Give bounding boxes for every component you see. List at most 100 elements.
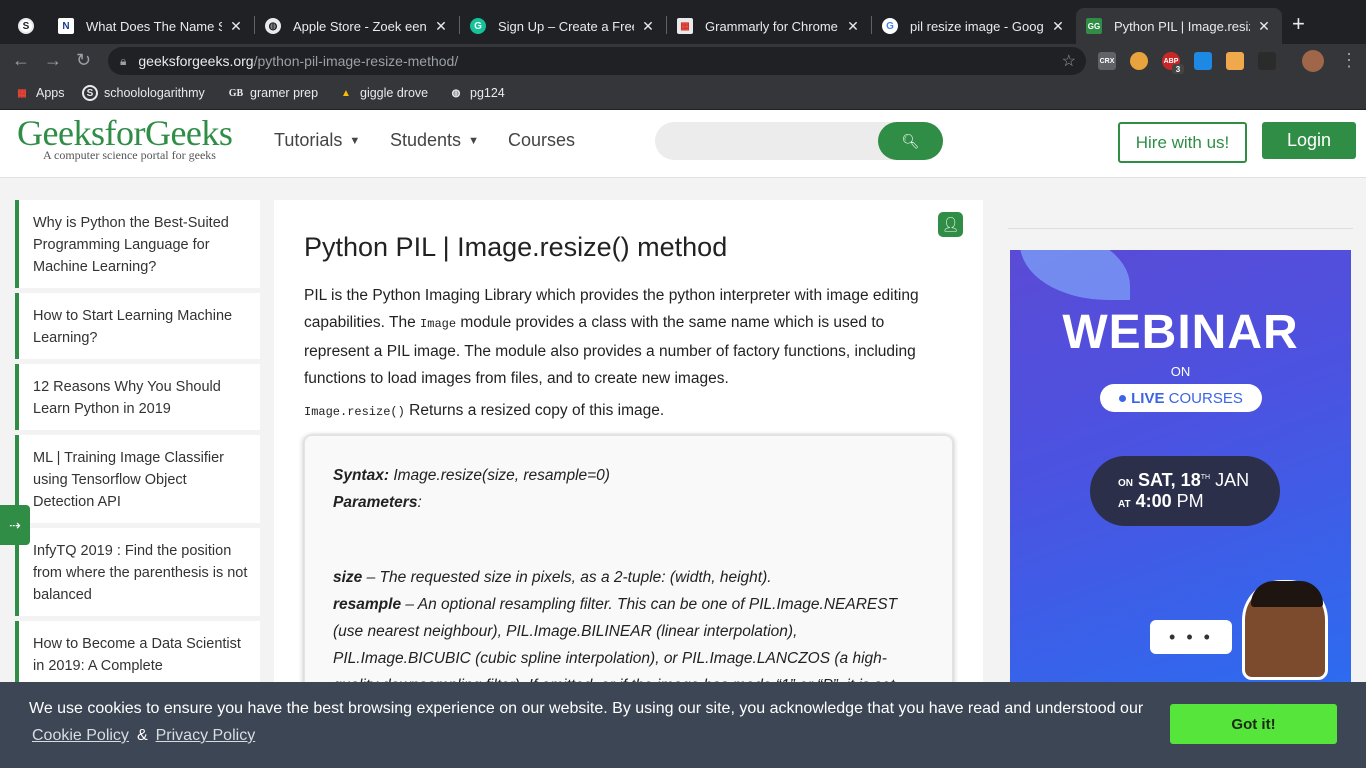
got-it-button[interactable]: Got it! — [1170, 704, 1337, 744]
sidebar-item[interactable]: How to Become a Data Scientist in 2019: … — [15, 621, 260, 691]
tab-5[interactable]: G pil resize image - Google ✕ — [872, 8, 1076, 44]
live-courses-pill: LIVE COURSES — [1100, 384, 1262, 412]
bookmark-label: giggle drove — [360, 86, 429, 100]
syntax-label: Syntax: — [333, 467, 389, 484]
search-input[interactable]: 🔍︎ — [655, 122, 943, 160]
bookmarks-bar: ▦ Apps S schoolologarithmy GB gramer pre… — [0, 78, 1366, 110]
gb-logo-icon: GB — [228, 87, 244, 99]
s-logo-icon: S — [82, 85, 98, 101]
tab-4[interactable]: ▦ Grammarly for Chrome - ✕ — [667, 8, 871, 44]
tab-title: Apple Store - Zoek een S — [293, 18, 427, 34]
returns-text: Returns a resized copy of this image. — [409, 402, 665, 419]
ad-on: ON — [1170, 364, 1191, 379]
amp: & — [136, 727, 148, 744]
dot-icon — [1119, 394, 1127, 402]
sidebar-item[interactable]: InfyTQ 2019 : Find the position from whe… — [15, 528, 260, 616]
close-tab-icon[interactable]: ✕ — [228, 18, 244, 35]
params-colon: : — [417, 494, 422, 511]
tab-2[interactable]: ◍ Apple Store - Zoek een S ✕ — [255, 8, 459, 44]
cookie-banner: We use cookies to ensure you have the be… — [0, 682, 1366, 768]
cookie-policy-link[interactable]: Cookie Policy — [32, 727, 129, 745]
webinar-ad-banner[interactable]: WEBINAR ON LIVE COURSES ON SAT, 18TH JAN… — [1010, 250, 1351, 690]
blue-extension-icon[interactable] — [1194, 52, 1212, 70]
sidebar-toggle-arrow-icon[interactable]: ⇢ — [0, 505, 30, 545]
article-title: Python PIL | Image.resize() method — [304, 232, 728, 262]
syntax-value: Image.resize(size, resample=0) — [393, 467, 610, 484]
param-desc: – An optional resampling filter. This ca… — [333, 596, 898, 694]
bookmark-schoolologarithmy[interactable]: S schoolologarithmy — [82, 85, 205, 101]
crx-extension-icon[interactable]: CRX — [1098, 52, 1116, 70]
close-tab-icon[interactable]: ✕ — [845, 18, 861, 35]
bookmark-gramer-prep[interactable]: GB gramer prep — [228, 85, 318, 101]
privacy-policy-link[interactable]: Privacy Policy — [156, 727, 256, 745]
sidebar-item[interactable]: How to Start Learning Machine Learning? — [15, 293, 260, 359]
chevron-down-icon: ▼ — [349, 134, 361, 147]
new-tab-plus-icon[interactable]: + — [1292, 13, 1305, 35]
grammarly-icon: G — [470, 18, 486, 34]
bookmark-label: pg124 — [470, 86, 505, 100]
gfg-icon: GG — [1086, 18, 1102, 34]
date-badge: ON SAT, 18TH JAN AT 4:00 PM — [1090, 456, 1280, 526]
bookmark-pg124[interactable]: ◍ pg124 — [448, 85, 505, 101]
back-arrow-icon[interactable]: ← — [12, 50, 30, 71]
pinned-tab[interactable]: S — [8, 8, 48, 44]
chevron-down-icon: ▼ — [468, 134, 479, 147]
noun-n-icon: N — [58, 18, 74, 34]
sidebar-item[interactable]: Why is Python the Best-Suited Programmin… — [15, 200, 260, 288]
menu-label: Tutorials — [274, 130, 343, 150]
param-size: size – The requested size in pixels, as … — [333, 564, 924, 591]
day: SAT, 18 — [1138, 470, 1201, 490]
menu-courses[interactable]: Courses — [508, 130, 575, 151]
close-tab-icon[interactable]: ✕ — [1256, 18, 1272, 35]
bookmark-label: Apps — [36, 86, 65, 100]
tab-3[interactable]: G Sign Up – Create a Free A ✕ — [460, 8, 666, 44]
tab-title: Python PIL | Image.resize — [1114, 18, 1250, 34]
cookie-links: Cookie Policy & Privacy Policy — [32, 727, 255, 745]
article-intro: PIL is the Python Imaging Library which … — [304, 282, 954, 392]
search-button[interactable]: 🔍︎ — [878, 122, 943, 160]
site-header: GeeksforGeeks A computer science portal … — [0, 110, 1366, 178]
dark-extension-icon[interactable] — [1258, 52, 1276, 70]
owl-extension-icon[interactable] — [1130, 52, 1148, 70]
menu-label: Students — [390, 130, 462, 150]
address-bar[interactable]: 🔒︎ geeksforgeeks.org/python-pil-image-re… — [108, 47, 1086, 75]
globe-icon: ◍ — [451, 87, 461, 99]
time: 4:00 — [1135, 491, 1172, 511]
close-tab-icon[interactable]: ✕ — [433, 18, 449, 35]
reload-icon[interactable]: ↻ — [76, 50, 91, 71]
bookmark-star-icon[interactable]: ☆ — [1062, 51, 1076, 71]
live-label: LIVE — [1131, 389, 1165, 407]
tab-active[interactable]: GG Python PIL | Image.resize ✕ — [1076, 8, 1282, 44]
bookmark-label: gramer prep — [250, 86, 319, 100]
profile-avatar[interactable] — [1302, 50, 1324, 72]
forward-arrow-icon[interactable]: → — [44, 50, 62, 71]
param-desc: – The requested size in pixels, as a 2-t… — [366, 569, 772, 586]
bookmark-apps[interactable]: ▦ Apps — [14, 85, 65, 101]
sidebar-item[interactable]: 12 Reasons Why You Should Learn Python i… — [15, 364, 260, 430]
article-card: 👤︎ Python PIL | Image.resize() method PI… — [274, 200, 983, 735]
ad-column: WEBINAR ON LIVE COURSES ON SAT, 18TH JAN… — [1008, 200, 1353, 700]
login-button[interactable]: Login — [1262, 122, 1356, 159]
user-profile-icon[interactable]: 👤︎ — [938, 212, 963, 237]
browser-tab-bar: S N What Does The Name Se ✕ ◍ Apple Stor… — [0, 0, 1366, 44]
close-tab-icon[interactable]: ✕ — [640, 18, 656, 35]
leaf-decoration — [1020, 250, 1130, 300]
browser-toolbar: ← → ↻ 🔒︎ geeksforgeeks.org/python-pil-im… — [0, 44, 1366, 78]
tab-title: pil resize image - Google — [910, 18, 1044, 34]
apps-grid-icon: ▦ — [17, 87, 27, 99]
ad-headline: WEBINAR — [1062, 306, 1299, 359]
close-tab-icon[interactable]: ✕ — [1050, 18, 1066, 35]
tab-title: What Does The Name Se — [86, 18, 222, 34]
menu-tutorials[interactable]: Tutorials ▼ — [274, 130, 360, 151]
bookmark-giggle-drove[interactable]: ▲ giggle drove — [338, 85, 428, 101]
menu-students[interactable]: Students ▼ — [390, 130, 479, 151]
search-icon: 🔍︎ — [901, 132, 920, 149]
param-name: size — [333, 569, 363, 586]
tab-1[interactable]: N What Does The Name Se ✕ — [48, 8, 254, 44]
menu-kebab-icon[interactable]: ⋮ — [1340, 50, 1358, 71]
google-icon: G — [882, 18, 898, 34]
sidebar-item[interactable]: ML | Training Image Classifier using Ten… — [15, 435, 260, 523]
hire-with-us-button[interactable]: Hire with us! — [1118, 122, 1247, 163]
face-extension-icon[interactable] — [1226, 52, 1244, 70]
